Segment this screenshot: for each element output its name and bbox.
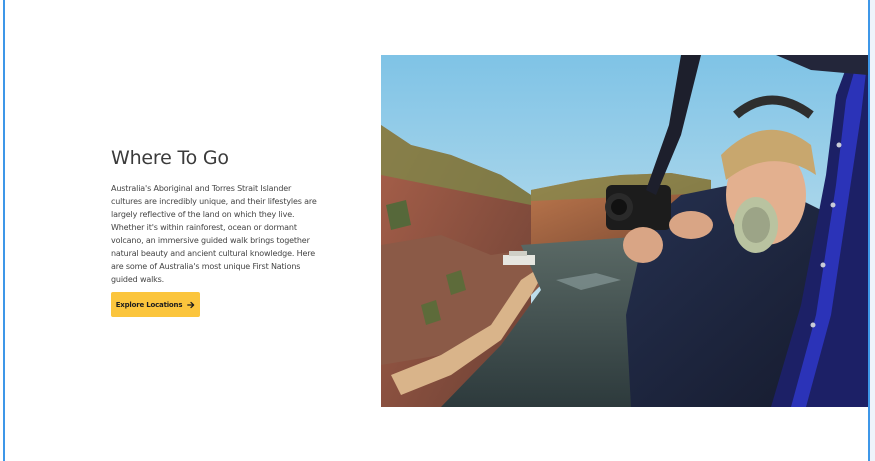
frame-edge-left: [3, 0, 5, 461]
page-frame: Where To Go Australia's Aboriginal and T…: [0, 0, 875, 461]
frame-edge-right-shadow: [870, 0, 875, 461]
explore-locations-button[interactable]: Explore Locations: [111, 292, 200, 317]
explore-locations-label: Explore Locations: [115, 300, 183, 309]
section-heading: Where To Go: [111, 147, 229, 169]
feature-photo: [381, 55, 868, 407]
section-body: Australia's Aboriginal and Torres Strait…: [111, 184, 317, 284]
section-text: Where To Go Australia's Aboriginal and T…: [111, 145, 323, 286]
arrow-right-icon: [187, 301, 195, 309]
